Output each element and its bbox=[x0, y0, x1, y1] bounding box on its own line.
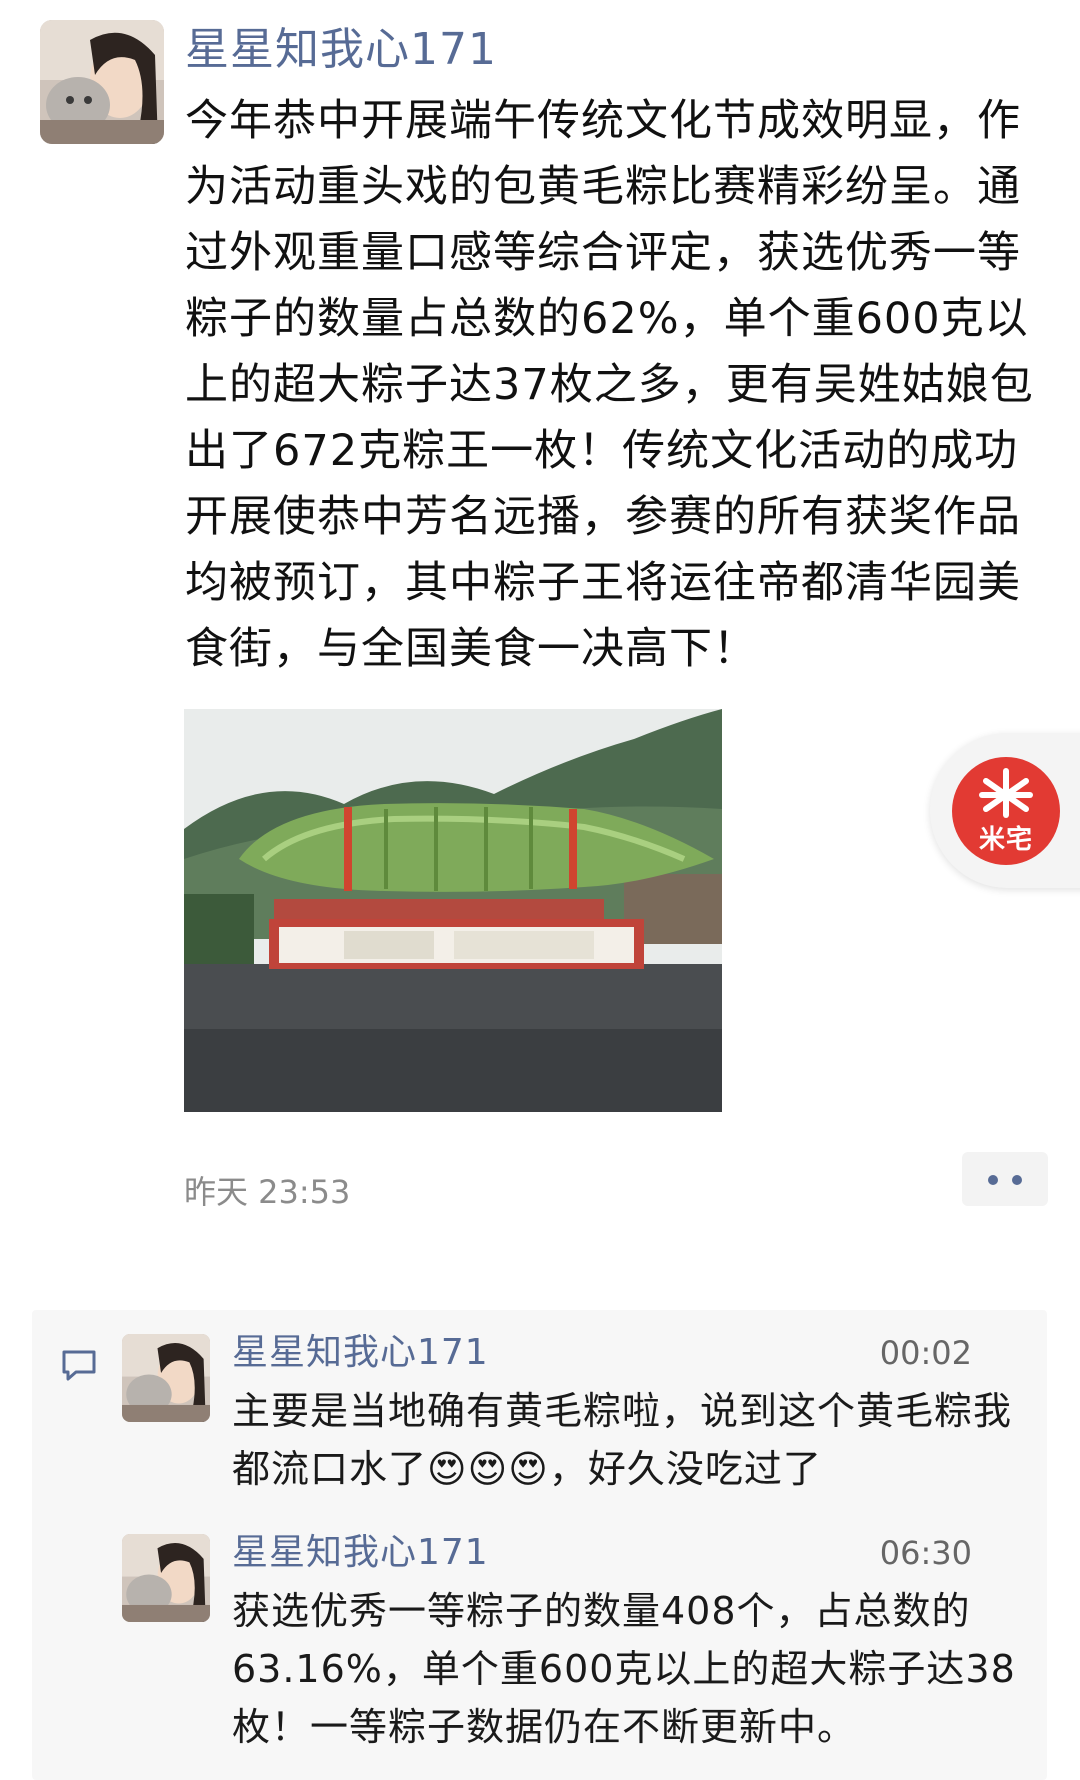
comment-time: 06:30 bbox=[879, 1534, 972, 1572]
avatar-photo bbox=[40, 20, 164, 144]
avatar-photo bbox=[122, 1334, 210, 1422]
floating-badge[interactable]: 米宅 bbox=[930, 733, 1080, 888]
comment-author[interactable]: 星星知我心171 bbox=[232, 1530, 489, 1576]
comment-time: 00:02 bbox=[879, 1334, 972, 1372]
more-icon-dot bbox=[1012, 1175, 1022, 1185]
post-timestamp: 昨天 23:53 bbox=[184, 1173, 351, 1211]
badge-label: 米宅 bbox=[978, 825, 1033, 855]
post-author-name[interactable]: 星星知我心171 bbox=[185, 22, 497, 78]
post-photo[interactable] bbox=[184, 709, 722, 1112]
avatar[interactable] bbox=[40, 20, 164, 144]
comment-text: 获选优秀一等粽子的数量408个，占总数的63.16%，单个重600克以上的超大粽… bbox=[232, 1589, 1016, 1749]
avatar-photo bbox=[122, 1534, 210, 1622]
badge-logo: 米宅 bbox=[952, 757, 1060, 865]
giant-zongzi-image bbox=[184, 709, 722, 1112]
comment-avatar[interactable] bbox=[122, 1534, 210, 1622]
more-button[interactable] bbox=[962, 1152, 1048, 1206]
comments-panel: 星星知我心171 00:02 主要是当地确有黄毛粽啦，说到这个黄毛粽我都流口水了… bbox=[32, 1310, 1047, 1780]
more-icon bbox=[988, 1175, 998, 1185]
comment-text: 主要是当地确有黄毛粽啦，说到这个黄毛粽我都流口水了😍😍😍，好久没吃过了 bbox=[232, 1389, 1013, 1491]
comment-author[interactable]: 星星知我心171 bbox=[232, 1330, 489, 1376]
comment-avatar[interactable] bbox=[122, 1334, 210, 1422]
post-text: 今年恭中开展端午传统文化节成效明显，作为活动重头戏的包黄毛粽比赛精彩纷呈。通过外… bbox=[185, 96, 1034, 674]
comment-icon bbox=[62, 1350, 96, 1381]
